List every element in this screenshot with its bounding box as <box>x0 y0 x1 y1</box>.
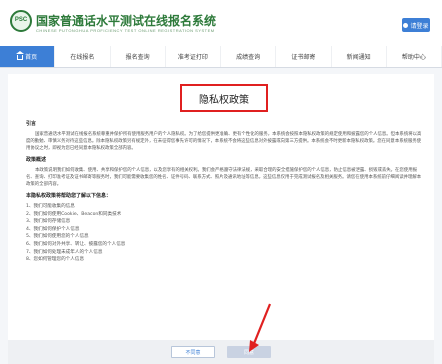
intro-paragraph: 国家普通话水平测试在线报名系统尊重并保护所有使用服务用户的个人隐私权。为了给您提… <box>26 132 422 151</box>
policy-panel: 隐私权政策 引言 国家普通话水平测试在线报名系统尊重并保护所有使用服务用户的个人… <box>8 74 434 364</box>
red-arrow-annotation <box>249 303 272 352</box>
list-item: 7、我们如何处理未成年人的个人信息 <box>26 249 103 255</box>
list-item: 2、我们如何使用Cookie、Beacon和同类技术 <box>26 211 122 217</box>
list-item: 4、我们如何保护个人信息 <box>26 226 80 232</box>
main-nav: 首页 在线报名 报名查询 准考证打印 成绩查询 证书邮寄 新闻通知 帮助中心 <box>0 46 442 68</box>
psc-logo: PSC <box>10 10 32 32</box>
list-item: 3、我们如何存储信息 <box>26 219 71 225</box>
policy-title-highlight: 隐私权政策 <box>180 84 268 112</box>
list-heading: 本隐私权政策将帮助您了解以下信息： <box>26 193 112 199</box>
nav-item-certificate-mailing[interactable]: 证书邮寄 <box>276 46 332 67</box>
policy-toc-list: 1、我们可能收集的信息 2、我们如何使用Cookie、Beacon和同类技术 3… <box>26 203 422 264</box>
nav-item-registration-query[interactable]: 报名查询 <box>111 46 166 67</box>
intro-heading: 引言 <box>26 121 37 127</box>
nav-item-online-registration[interactable]: 在线报名 <box>55 46 111 67</box>
list-item: 5、我们如何使用您的个人信息 <box>26 234 89 240</box>
nav-item-help-center[interactable]: 帮助中心 <box>387 46 442 67</box>
list-item: 8、您如何管理您的个人信息 <box>26 257 85 263</box>
consent-footer: 不同意 同意 <box>8 340 434 364</box>
nav-item-home[interactable]: 首页 <box>0 46 56 67</box>
login-button[interactable]: 请登录 <box>402 18 430 32</box>
home-icon <box>16 51 25 60</box>
nav-item-score-query[interactable]: 成绩查询 <box>221 46 277 67</box>
nav-item-label: 首页 <box>25 54 38 61</box>
login-label: 请登录 <box>410 22 429 30</box>
summary-paragraph: 本政策说明我们如何收集、使用、共享和保护您的个人信息，以及您享有的相关权利。我们… <box>26 168 422 187</box>
nav-item-admission-ticket-print[interactable]: 准考证打印 <box>166 46 221 67</box>
list-item: 1、我们可能收集的信息 <box>26 204 75 209</box>
logo-text: PSC <box>14 17 28 23</box>
summary-heading: 政策概述 <box>26 157 47 163</box>
user-icon <box>403 22 409 28</box>
site-title: 国家普通话水平测试在线报名系统 <box>36 14 217 28</box>
disagree-button[interactable]: 不同意 <box>171 346 215 358</box>
header: PSC 国家普通话水平测试在线报名系统 CHINESE PUTONGHUA PR… <box>0 0 442 46</box>
nav-item-news[interactable]: 新闻通知 <box>332 46 387 67</box>
policy-title: 隐私权政策 <box>199 94 249 106</box>
list-item: 6、我们如何对外共享、转让、披露您的个人信息 <box>26 241 126 247</box>
policy-body: 引言 国家普通话水平测试在线报名系统尊重并保护所有使用服务用户的个人隐私权。为了… <box>26 116 422 264</box>
site-subtitle: CHINESE PUTONGHUA PROFICIENCY TEST ONLIN… <box>36 28 215 33</box>
